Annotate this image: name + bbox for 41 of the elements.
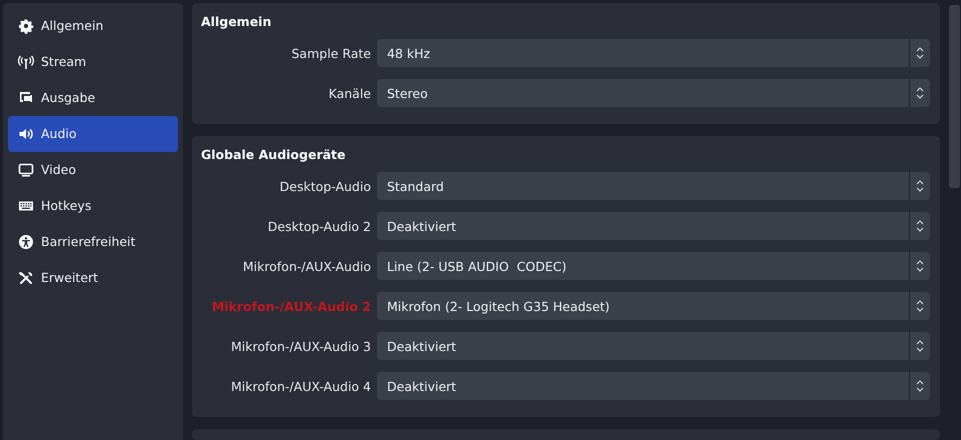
speaker-icon: [18, 126, 34, 142]
antenna-icon: [18, 54, 34, 70]
monitor-icon: [18, 162, 34, 178]
sidebar-item[interactable]: Ausgabe: [8, 80, 178, 116]
field-label: Sample Rate: [290, 46, 371, 60]
up-down-arrow-icon: [916, 379, 924, 393]
sidebar-item[interactable]: Video: [8, 152, 178, 188]
field-label: Kanäle: [328, 86, 371, 100]
sidebar-item[interactable]: Audio: [8, 116, 178, 152]
dropdown[interactable]: Line (2- USB AUDIO CODEC): [377, 252, 930, 280]
dropdown[interactable]: Deaktiviert: [377, 212, 930, 240]
dropdown[interactable]: Deaktiviert: [377, 332, 930, 360]
sidebar-item[interactable]: Hotkeys: [8, 188, 178, 224]
section-title: Globale Audiogeräte: [201, 146, 346, 164]
dropdown[interactable]: Stereo: [377, 79, 930, 107]
section-title: Allgemein: [201, 13, 272, 31]
up-down-arrow-icon: [916, 299, 924, 313]
up-down-arrow-icon: [916, 259, 924, 273]
sidebar-item[interactable]: Barrierefreiheit: [8, 224, 178, 260]
up-down-arrow-icon: [916, 339, 924, 353]
dropdown[interactable]: Deaktiviert: [377, 372, 930, 400]
dropdown[interactable]: Mikrofon (2- Logitech G35 Headset): [377, 292, 930, 320]
up-down-arrow-icon: [916, 86, 924, 100]
field-label: Desktop-Audio: [278, 178, 371, 194]
person-icon: [18, 234, 34, 250]
sidebar-item[interactable]: Erweitert: [8, 260, 178, 296]
up-down-arrow-icon: [916, 46, 924, 60]
up-down-arrow-icon: [916, 219, 924, 233]
up-down-arrow-icon: [916, 179, 924, 193]
settings-icon: [18, 18, 34, 34]
field-label: Desktop-Audio 2: [266, 218, 371, 234]
field-label: Mikrofon-/AUX-Audio: [242, 258, 371, 274]
dropdown[interactable]: 48 kHz: [377, 39, 930, 67]
tools-icon: [18, 270, 34, 286]
field-label: Mikrofon-/AUX-Audio 4: [230, 378, 371, 394]
scrollbar-thumb[interactable]: [949, 5, 960, 188]
sidebar-item[interactable]: Allgemein: [8, 8, 178, 44]
sidebar-item[interactable]: Stream: [8, 44, 178, 80]
field-label: Mikrofon-/AUX-Audio 2: [210, 298, 371, 314]
field-label: Mikrofon-/AUX-Audio 3: [230, 338, 371, 354]
dropdown[interactable]: Standard: [377, 172, 930, 200]
